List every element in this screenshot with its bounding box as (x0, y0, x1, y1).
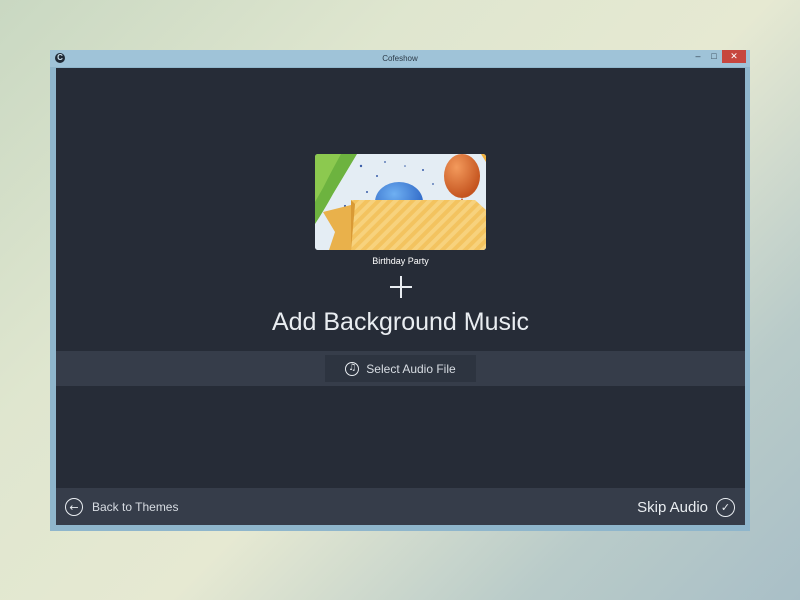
title-bar[interactable]: C Cofeshow – □ ✕ (50, 50, 750, 67)
minimize-button[interactable]: – (690, 50, 706, 63)
app-window: C Cofeshow – □ ✕ Birthday Party Add Back… (50, 50, 750, 531)
theme-thumbnail (315, 154, 486, 250)
back-to-themes-label: Back to Themes (92, 500, 179, 514)
window-title: Cofeshow (382, 54, 418, 63)
theme-label: Birthday Party (372, 256, 429, 266)
page-heading: Add Background Music (271, 308, 530, 336)
skip-audio-label: Skip Audio (637, 498, 708, 516)
checkmark-circle-icon: ✓ (716, 497, 735, 517)
skip-audio-button[interactable]: Skip Audio ✓ (637, 496, 735, 518)
back-to-themes-button[interactable]: ← Back to Themes (65, 496, 178, 518)
plus-icon (390, 276, 412, 298)
select-audio-file-button[interactable]: ♫ Select Audio File (325, 355, 476, 382)
maximize-button[interactable]: □ (706, 50, 722, 63)
close-button[interactable]: ✕ (722, 50, 746, 63)
audio-select-band: ♫ Select Audio File (56, 351, 745, 386)
birthday-party-illustration (315, 154, 486, 250)
select-audio-file-label: Select Audio File (366, 361, 456, 376)
main-content: Birthday Party Add Background Music ♫ Se… (56, 68, 745, 525)
footer-bar: ← Back to Themes Skip Audio ✓ (56, 488, 745, 525)
arrow-left-circle-icon: ← (65, 498, 83, 516)
music-note-icon: ♫ (345, 361, 360, 376)
